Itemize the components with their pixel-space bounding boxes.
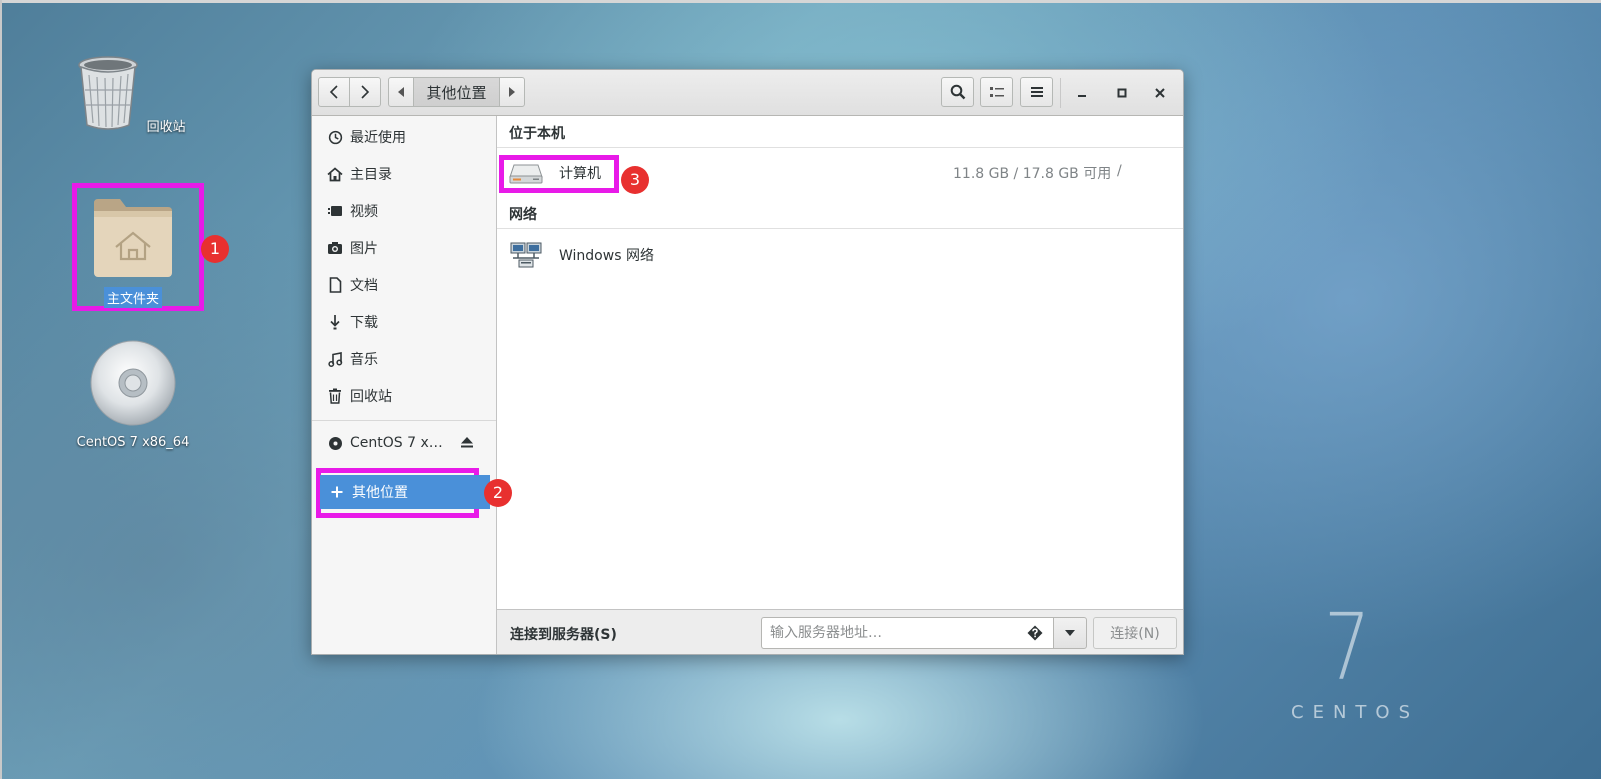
music-icon <box>326 350 344 368</box>
view-toggle-button[interactable] <box>980 77 1013 107</box>
connect-to-server-bar: 连接到服务器(S) 连接(N) <box>497 609 1183 654</box>
network-computers-icon <box>510 242 542 268</box>
maximize-button[interactable] <box>1110 81 1134 105</box>
screen-left-border <box>0 0 2 779</box>
screen-top-border <box>0 0 1601 3</box>
path-scroll-right-button[interactable] <box>499 77 525 107</box>
sidebar-item-documents[interactable]: 文档 <box>312 268 496 302</box>
sidebar-item-label: 图片 <box>350 241 378 257</box>
connect-button[interactable]: 连接(N) <box>1093 617 1177 649</box>
computer-mount-path: / <box>1117 163 1122 179</box>
header-separator <box>1060 78 1061 108</box>
download-icon <box>326 313 344 331</box>
plus-icon <box>328 483 346 501</box>
path-scroll-left-button[interactable] <box>388 77 414 107</box>
maximize-icon <box>1117 88 1127 98</box>
triangle-right-icon <box>509 87 515 97</box>
sidebar-item-trash[interactable]: 回收站 <box>312 379 496 413</box>
other-locations-view: 位于本机 计算机 11.8 GB / 17.8 GB 可用 / 3 网络 Win… <box>497 116 1183 609</box>
minimize-icon <box>1078 95 1086 97</box>
menu-button[interactable] <box>1020 77 1053 107</box>
minimize-button[interactable] <box>1070 81 1094 105</box>
server-address-input[interactable] <box>761 617 1054 649</box>
hamburger-menu-icon <box>1030 87 1043 97</box>
centos-brand-number: 7 <box>1323 594 1371 701</box>
desktop-icon-label: 主文件夹 <box>103 287 162 308</box>
chevron-left-icon <box>329 85 338 99</box>
desktop-icon-home-folder[interactable]: 主文件夹 <box>68 195 198 308</box>
forward-button[interactable] <box>349 77 381 107</box>
section-title-networks: 网络 <box>509 207 537 223</box>
sidebar-item-label: CentOS 7 x… <box>350 435 443 451</box>
sidebar-item-other-locations[interactable]: 其他位置 <box>320 475 490 509</box>
sidebar-item-recent[interactable]: 最近使用 <box>312 120 496 154</box>
computer-disk-usage: 11.8 GB / 17.8 GB 可用 <box>953 166 1112 182</box>
sidebar-item-label: 下载 <box>350 315 378 331</box>
clock-icon <box>326 128 344 146</box>
home-folder-icon <box>94 199 172 277</box>
chevron-right-icon <box>361 85 370 99</box>
search-icon <box>950 84 965 100</box>
sidebar-item-label: 文档 <box>350 278 378 294</box>
trash-icon <box>326 387 344 405</box>
camera-icon <box>326 239 344 257</box>
home-icon <box>326 165 344 183</box>
sidebar-item-home[interactable]: 主目录 <box>312 157 496 191</box>
sidebar-separator <box>312 420 496 421</box>
trash-can-icon <box>78 56 139 130</box>
close-icon <box>1155 88 1165 98</box>
close-button[interactable] <box>1148 81 1172 105</box>
windows-network-label: Windows 网络 <box>559 248 654 264</box>
location-row-windows-network[interactable]: Windows 网络 <box>497 229 1183 277</box>
desktop-icon-label: CentOS 7 x86_64 <box>76 435 190 450</box>
annotation-badge-2: 2 <box>484 479 512 507</box>
optical-disc-icon <box>90 340 176 426</box>
video-icon <box>326 202 344 220</box>
annotation-badge-3: 3 <box>621 166 649 194</box>
connect-to-server-label: 连接到服务器(S) <box>510 627 617 643</box>
disc-icon <box>326 434 344 452</box>
header-bar: 其他位置 <box>312 70 1183 116</box>
sidebar-item-videos[interactable]: 视频 <box>312 194 496 228</box>
sidebar-item-label: 主目录 <box>350 167 392 183</box>
desktop-icon-label: 回收站 <box>146 120 186 135</box>
triangle-down-icon <box>1065 630 1075 636</box>
sidebar-item-downloads[interactable]: 下载 <box>312 305 496 339</box>
document-icon <box>326 276 344 294</box>
eject-icon[interactable] <box>460 435 474 453</box>
triangle-left-icon <box>398 87 404 97</box>
sidebar-item-label: 最近使用 <box>350 130 406 146</box>
help-icon[interactable] <box>1027 625 1043 641</box>
path-button-current[interactable]: 其他位置 <box>413 77 500 107</box>
search-button[interactable] <box>941 77 974 107</box>
section-title-on-this-computer: 位于本机 <box>509 126 565 142</box>
annotation-badge-1: 1 <box>201 235 229 263</box>
sidebar-item-label: 视频 <box>350 204 378 220</box>
sidebar-item-label: 回收站 <box>350 389 392 405</box>
server-history-dropdown-button[interactable] <box>1053 617 1087 649</box>
file-manager-window: 其他位置 最近使用 主目录 视频 图片 文档 下载 音乐 回收站 CentOS … <box>311 69 1184 655</box>
list-view-icon <box>989 87 1004 97</box>
centos-brand-text: CENTOS <box>1291 702 1419 723</box>
sidebar-item-cdrom-device[interactable]: CentOS 7 x… <box>312 426 496 460</box>
desktop-icon-cdrom[interactable]: CentOS 7 x86_64 <box>68 340 198 451</box>
sidebar-item-label: 其他位置 <box>352 485 408 501</box>
sidebar-item-label: 音乐 <box>350 352 378 368</box>
sidebar-item-music[interactable]: 音乐 <box>312 342 496 376</box>
places-sidebar: 最近使用 主目录 视频 图片 文档 下载 音乐 回收站 CentOS 7 x… … <box>312 116 497 654</box>
back-button[interactable] <box>318 77 350 107</box>
sidebar-item-pictures[interactable]: 图片 <box>312 231 496 265</box>
desktop-icon-trash[interactable]: 回收站 <box>68 55 198 136</box>
annotation-highlight-3 <box>499 155 619 193</box>
